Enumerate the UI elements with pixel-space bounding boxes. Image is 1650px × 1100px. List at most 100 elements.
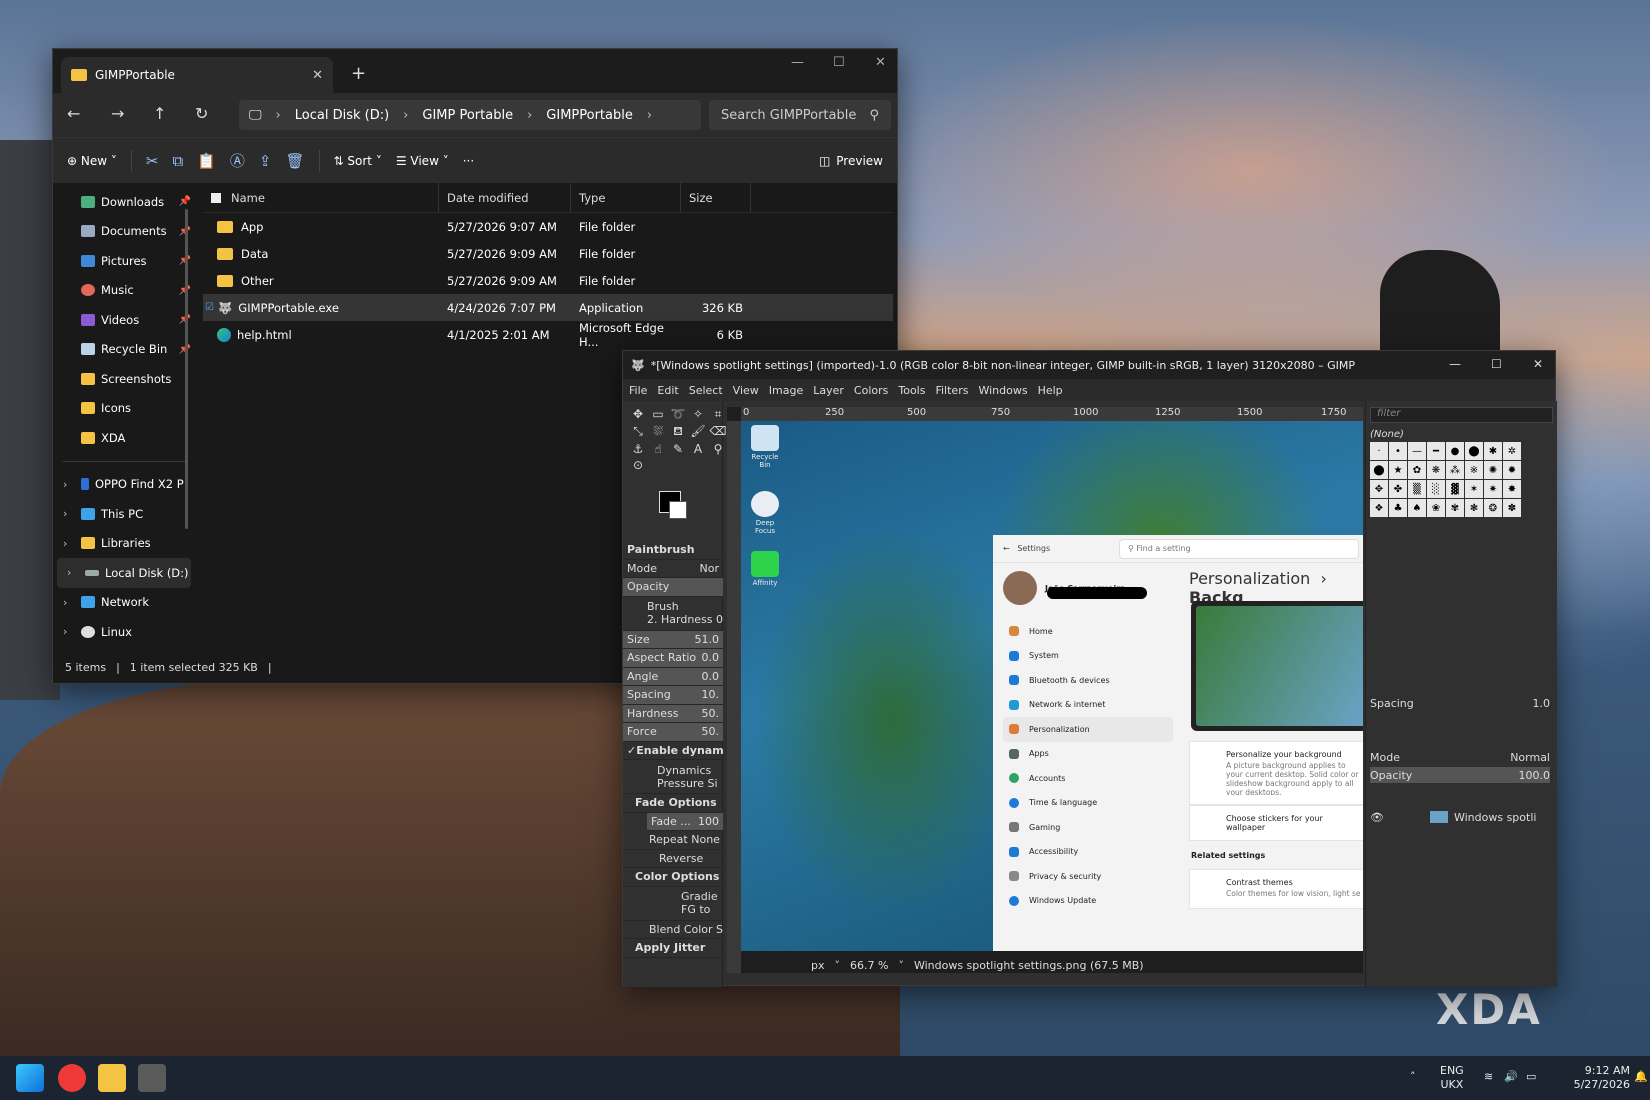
gimp-window[interactable]: 🐺 *[Windows spotlight settings] (importe… <box>622 350 1557 987</box>
bucket-fill-icon[interactable]: ⛾ <box>669 424 687 440</box>
image-canvas-area[interactable]: 0 250 500 750 1000 1250 1500 1750 Recycl… <box>727 407 1363 973</box>
maximize-icon[interactable]: ☐ <box>833 55 845 70</box>
menu-help[interactable]: Help <box>1038 384 1063 397</box>
brush-swatch[interactable]: ✱ <box>1484 442 1502 460</box>
delete-icon[interactable]: 🗑 <box>285 152 304 170</box>
chevron-right-icon[interactable]: › <box>63 478 67 491</box>
fuzzy-select-icon[interactable]: ✧ <box>689 407 707 422</box>
blend-color-option[interactable]: Blend Color S <box>623 921 723 939</box>
view-button[interactable]: ☰ View ˅ <box>396 154 449 168</box>
sidebar-item-recycle-bin[interactable]: Recycle Bin📌 <box>53 335 195 365</box>
color-picker-icon[interactable]: ⚲ <box>709 442 727 456</box>
table-row[interactable]: Other 5/27/2026 9:09 AM File folder <box>203 267 893 294</box>
up-icon[interactable]: ↑ <box>153 104 166 123</box>
start-icon[interactable] <box>16 1064 44 1092</box>
refresh-icon[interactable]: ↻ <box>195 104 208 123</box>
color-options[interactable]: Color Options <box>623 868 723 887</box>
gradient-option[interactable]: Gradie FG to <box>623 887 723 921</box>
size-slider[interactable]: Size 51.0 <box>623 630 723 649</box>
brush-grid[interactable]: · • — ━ ● ⬤ ✱ ✲ ⬤ ★ ✿ ❋ ⁂ ※ ✺ ✹ ✥ ✤ ▒ ░ ▓ ✶ ✷ ✸ ❖ ♣ ♠ ❀ ✾ ❃ ❂ ✽ <box>1366 440 1557 519</box>
tab-gimpportable[interactable]: GIMPPortable ✕ <box>61 57 333 93</box>
brush-swatch[interactable]: ★ <box>1389 461 1407 479</box>
search-input[interactable]: Search GIMPPortable ⚲ <box>709 100 891 130</box>
enable-dynamics-checkbox[interactable]: ✓ Enable dynamic <box>623 742 723 760</box>
reverse-checkbox[interactable]: Reverse <box>623 850 723 868</box>
brush-swatch[interactable]: ━ <box>1427 442 1445 460</box>
unit-selector[interactable]: px <box>811 959 825 972</box>
brush-swatch[interactable]: · <box>1370 442 1388 460</box>
sidebar-item-music[interactable]: Music📌 <box>53 276 195 306</box>
layer-row[interactable]: 👁 Windows spotli <box>1370 809 1550 825</box>
brush-swatch[interactable]: ❃ <box>1465 499 1483 517</box>
sidebar-item-xda[interactable]: XDA <box>53 423 195 453</box>
force-slider[interactable]: Force 50. <box>623 723 723 742</box>
chevron-down-icon[interactable]: ˅ <box>898 959 904 972</box>
menu-layer[interactable]: Layer <box>813 384 844 397</box>
sidebar-item-videos[interactable]: Videos📌 <box>53 305 195 335</box>
notification-icon[interactable]: 🔔 <box>1634 1070 1648 1084</box>
brush-swatch[interactable]: • <box>1389 442 1407 460</box>
show-hidden-icons-icon[interactable]: ˄ <box>1410 1070 1416 1084</box>
brush-swatch[interactable]: ✽ <box>1503 499 1521 517</box>
menu-tools[interactable]: Tools <box>898 384 925 397</box>
column-size[interactable]: Size <box>681 183 751 212</box>
lasso-icon[interactable]: ➰ <box>669 407 687 422</box>
new-tab-icon[interactable]: + <box>351 63 366 84</box>
sidebar-item-libraries[interactable]: › Libraries <box>53 529 195 559</box>
minimize-icon[interactable]: — <box>1449 357 1461 371</box>
cut-icon[interactable]: ✂ <box>146 152 159 170</box>
breadcrumb[interactable]: 🖵 › Local Disk (D:) › GIMP Portable › GI… <box>239 100 701 130</box>
brush-swatch[interactable]: — <box>1408 442 1426 460</box>
menu-image[interactable]: Image <box>769 384 803 397</box>
menu-select[interactable]: Select <box>689 384 723 397</box>
menu-edit[interactable]: Edit <box>657 384 678 397</box>
close-window-icon[interactable]: ✕ <box>875 55 886 70</box>
eraser-icon[interactable]: ⌫ <box>709 424 727 440</box>
wifi-icon[interactable]: ≋ <box>1484 1070 1493 1084</box>
smudge-icon[interactable]: ☝ <box>649 442 667 456</box>
mode-option[interactable]: Mode Nor <box>623 560 723 578</box>
chevron-right-icon[interactable]: › <box>63 537 67 550</box>
brush-swatch[interactable]: ❋ <box>1427 461 1445 479</box>
brush-swatch[interactable]: ※ <box>1465 461 1483 479</box>
brush-swatch[interactable]: ● <box>1446 442 1464 460</box>
sort-button[interactable]: ⇅ Sort ˅ <box>334 154 382 168</box>
background-color-swatch[interactable] <box>669 501 687 519</box>
brush-swatch[interactable]: ♠ <box>1408 499 1426 517</box>
language-indicator[interactable]: ENG UKX <box>1440 1064 1464 1092</box>
file-explorer-icon[interactable] <box>98 1064 126 1092</box>
forward-icon[interactable]: → <box>111 104 124 123</box>
sidebar-item-oppo[interactable]: › OPPO Find X2 P <box>53 470 195 500</box>
minimize-icon[interactable]: — <box>791 55 804 70</box>
brush-swatch[interactable]: ❖ <box>1370 499 1388 517</box>
apply-jitter-checkbox[interactable]: Apply Jitter <box>623 939 723 958</box>
move-tool-icon[interactable]: ✥ <box>629 407 647 422</box>
zoom-icon[interactable]: ⊙ <box>629 458 647 472</box>
clone-icon[interactable]: ⚓ <box>629 442 647 456</box>
path-icon[interactable]: ✎ <box>669 442 687 456</box>
brush-swatch[interactable]: ✿ <box>1408 461 1426 479</box>
hardness-slider[interactable]: Hardness 50. <box>623 704 723 723</box>
sidebar-item-network[interactable]: › Network <box>53 588 195 618</box>
aspect-ratio-slider[interactable]: Aspect Ratio 0.0 <box>623 649 723 668</box>
chevron-right-icon[interactable]: › <box>67 566 71 579</box>
brush-swatch[interactable]: ✲ <box>1503 442 1521 460</box>
sidebar-item-downloads[interactable]: Downloads 📌 <box>53 187 195 217</box>
column-type[interactable]: Type <box>571 183 681 212</box>
fade-options[interactable]: Fade Options <box>623 794 723 813</box>
column-date[interactable]: Date modified <box>439 183 571 212</box>
back-icon[interactable]: ← <box>67 104 80 123</box>
new-button[interactable]: ⊕ New ˅ <box>67 154 117 168</box>
sidebar-item-documents[interactable]: Documents📌 <box>53 217 195 247</box>
menu-colors[interactable]: Colors <box>854 384 888 397</box>
spacing-slider[interactable]: Spacing 10. <box>623 686 723 705</box>
brush-swatch[interactable]: ✥ <box>1370 480 1388 498</box>
layer-opacity-row[interactable]: Opacity 100.0 <box>1370 767 1550 783</box>
sidebar-item-local-disk[interactable]: › Local Disk (D:) <box>57 558 191 588</box>
zoom-level[interactable]: 66.7 % <box>850 959 888 972</box>
table-row[interactable]: App 5/27/2026 9:07 AM File folder <box>203 213 893 240</box>
gimp-taskbar-icon[interactable] <box>138 1064 166 1092</box>
table-row[interactable]: Data 5/27/2026 9:09 AM File folder <box>203 240 893 267</box>
paste-icon[interactable]: 📋 <box>197 152 216 170</box>
menu-windows[interactable]: Windows <box>978 384 1027 397</box>
